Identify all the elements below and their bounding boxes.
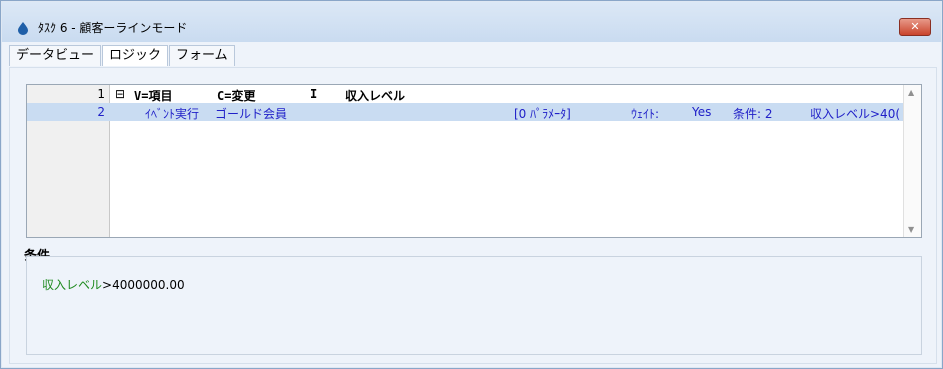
event-target[interactable]: ゴールド会員 (215, 105, 287, 122)
row-number: 2 (97, 105, 105, 119)
table-row-selected[interactable]: 2 ｲﾍﾞﾝﾄ実行 ゴールド会員 [0 ﾊﾟﾗﾒｰﾀ] ｳｪｲﾄ: Yes 条件… (27, 103, 904, 121)
condition-text[interactable]: 収入レベル>4000000.00 (42, 276, 185, 293)
task-window: ﾀｽｸ 6 - 顧客ーラインモード ✕ データビュー ロジック フォーム 1 ⊟… (0, 0, 943, 369)
tab-bar: データビュー ロジック フォーム (9, 45, 236, 67)
vertical-scrollbar[interactable]: ▲ ▼ (903, 85, 921, 237)
condition-box[interactable]: 収入レベル>4000000.00 (26, 256, 922, 355)
column-income-level: 収入レベル (345, 89, 406, 103)
event-cell[interactable]: ｲﾍﾞﾝﾄ実行 (145, 105, 199, 122)
window-title: ﾀｽｸ 6 - 顧客ーラインモード (38, 21, 188, 35)
wait-label: ｳｪｲﾄ: (631, 107, 660, 121)
logic-panel: 1 ⊟ V=項目 C=変更 I 収入レベル 2 ｲﾍﾞﾝﾄ実行 ゴールド会員 [… (9, 67, 937, 364)
app-drop-icon (18, 22, 28, 35)
tab-logic[interactable]: ロジック (102, 45, 169, 66)
condition-expression[interactable]: 収入レベル>40( (810, 105, 906, 122)
condition-field: 収入レベル (42, 278, 103, 292)
condition-value: >4000000.00 (102, 278, 185, 292)
title-bar: ﾀｽｸ 6 - 顧客ーラインモード ✕ (2, 2, 941, 42)
table-row[interactable]: 1 ⊟ V=項目 C=変更 I 収入レベル (27, 85, 904, 103)
collapse-icon[interactable]: ⊟ (115, 87, 125, 101)
column-i: I (310, 87, 318, 101)
scroll-up-icon[interactable]: ▲ (908, 88, 914, 97)
close-icon: ✕ (910, 20, 920, 33)
row-number: 1 (97, 87, 105, 101)
logic-grid: 1 ⊟ V=項目 C=変更 I 収入レベル 2 ｲﾍﾞﾝﾄ実行 ゴールド会員 [… (26, 84, 922, 238)
wait-value[interactable]: Yes (692, 105, 711, 119)
close-button[interactable]: ✕ (899, 18, 931, 36)
tab-form[interactable]: フォーム (169, 45, 235, 66)
column-change: C=変更 (217, 89, 256, 103)
condition-count: 条件: 2 (733, 107, 773, 121)
column-item: V=項目 (134, 89, 173, 103)
scroll-down-icon[interactable]: ▼ (908, 225, 914, 234)
tab-data-view[interactable]: データビュー (9, 45, 102, 66)
parameters-cell[interactable]: [0 ﾊﾟﾗﾒｰﾀ] (514, 105, 571, 122)
